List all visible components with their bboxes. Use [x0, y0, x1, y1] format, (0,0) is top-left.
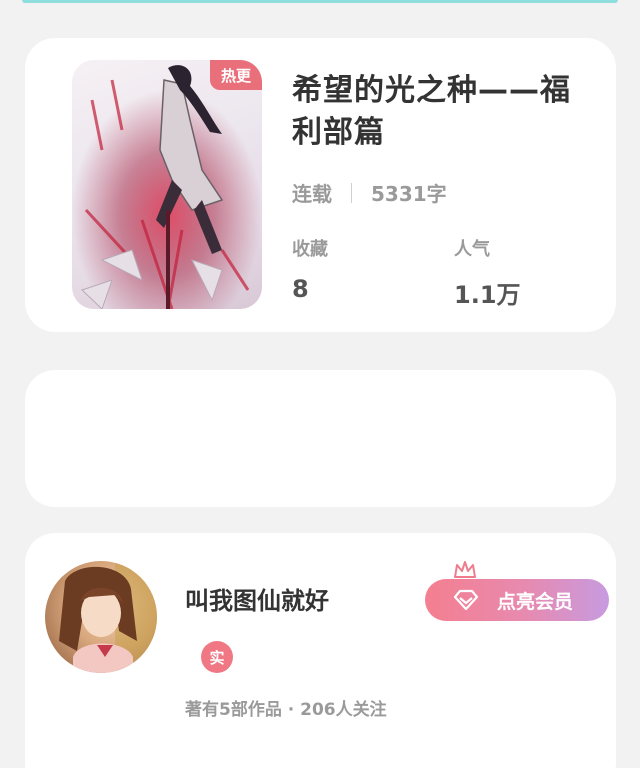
- book-info-card[interactable]: 热更 希望的光之种——福利部篇 连载 5331字 收藏 8 人气 1.1万: [25, 38, 616, 332]
- author-name[interactable]: 叫我图仙就好: [185, 581, 329, 616]
- favorites-label: 收藏: [292, 239, 328, 260]
- meta-divider: [351, 182, 352, 203]
- book-detail-page: 热更 希望的光之种——福利部篇 连载 5331字 收藏 8 人气 1.1万 叫我…: [0, 0, 640, 768]
- author-avatar[interactable]: [45, 561, 157, 673]
- top-accent-bar: [22, 0, 618, 3]
- verified-author-badge: 实: [201, 641, 233, 673]
- popularity-stat: 人气 1.1万: [454, 235, 521, 310]
- diamond-icon: [453, 589, 479, 611]
- book-cover-image[interactable]: 热更: [72, 60, 262, 309]
- hot-update-badge: 热更: [210, 60, 262, 90]
- activate-vip-button[interactable]: 点亮会员: [425, 579, 609, 621]
- favorites-stat: 收藏 8: [292, 235, 328, 303]
- book-status: 连载: [292, 182, 332, 206]
- popularity-value: 1.1万: [454, 281, 521, 309]
- cover-illustration: [72, 60, 262, 309]
- book-word-count: 5331字: [371, 182, 447, 206]
- vip-button-label: 点亮会员: [497, 590, 574, 613]
- avatar-illustration: [59, 561, 157, 673]
- book-title: 希望的光之种——福利部篇: [292, 73, 571, 150]
- crown-icon: [454, 561, 476, 581]
- popularity-label: 人气: [454, 239, 490, 260]
- author-stats: 著有5部作品 · 206人关注: [185, 700, 387, 720]
- book-meta-row: 连载 5331字: [292, 178, 447, 207]
- author-card[interactable]: 叫我图仙就好 实 著有5部作品 · 206人关注 点亮会员: [25, 533, 616, 768]
- favorites-value: 8: [292, 275, 309, 303]
- empty-content-card: [25, 370, 616, 507]
